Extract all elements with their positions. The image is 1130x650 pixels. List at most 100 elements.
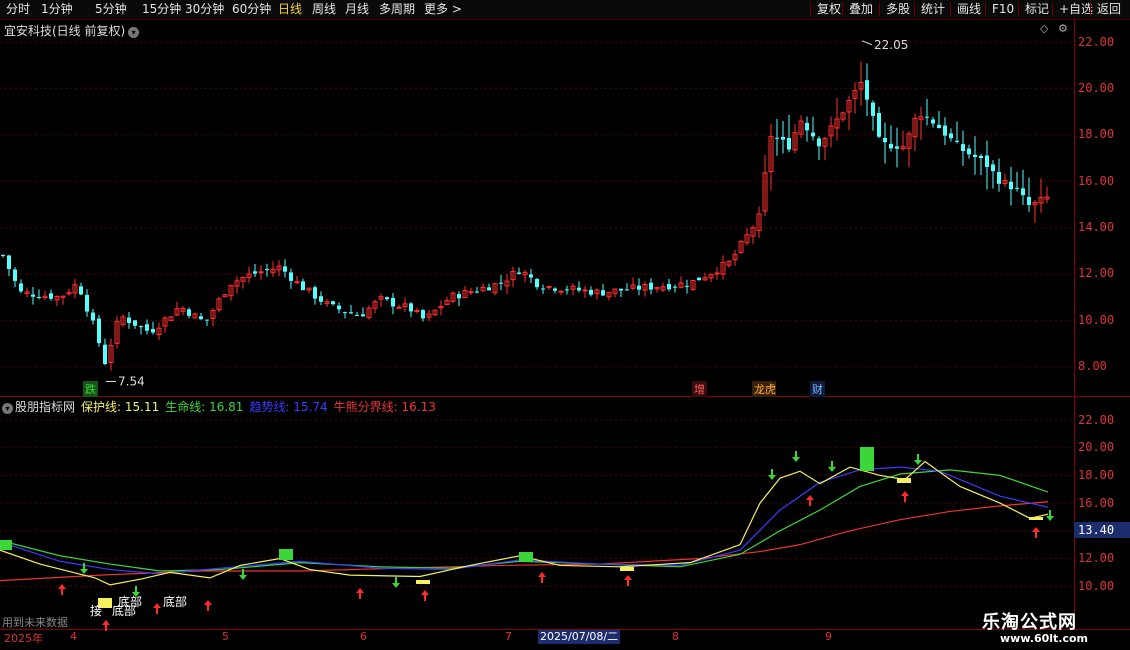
candle-body-down (409, 303, 413, 312)
candle-body-up (714, 272, 720, 275)
candle-body-down (97, 318, 101, 344)
candle-body-down (961, 144, 965, 152)
up-arrow-icon (356, 588, 364, 599)
candle-body-down (283, 266, 287, 272)
candle-body-down (151, 329, 155, 333)
up-arrow-icon (1032, 527, 1040, 538)
candle-body-down (301, 281, 305, 291)
candle-body-down (1, 255, 5, 257)
ind-tick: 10.00 (1078, 579, 1115, 593)
signal-box-yellow (416, 580, 430, 584)
candle-body-up (582, 289, 588, 292)
candle-body-down (391, 297, 395, 307)
candle-body-down (949, 133, 953, 139)
candle-body-down (385, 297, 389, 300)
date-tick: 5 (222, 630, 229, 643)
price-tick: 22.00 (1078, 35, 1115, 49)
candle-body-down (265, 268, 269, 270)
candle-body-down (625, 289, 629, 291)
date-tick: 9 (825, 630, 832, 643)
date-tick: 7 (505, 630, 512, 643)
candle-body-down (967, 148, 971, 155)
candle-body-down (79, 286, 83, 295)
candle-body-down (985, 155, 989, 167)
candle-body-down (565, 289, 569, 291)
collapse-circle-icon[interactable]: ▾ (2, 403, 13, 414)
candle-body-down (637, 285, 641, 290)
down-arrow-icon (828, 461, 836, 472)
price-tick: 14.00 (1078, 220, 1115, 234)
indicator-name: 股朋指标网 (15, 400, 76, 414)
date-tick: 2025年 (4, 632, 43, 645)
low-label: 7.54 (118, 374, 145, 388)
candle-body-down (349, 312, 353, 314)
candle-body-down (817, 138, 821, 147)
candle-body-down (589, 289, 593, 295)
signal-label: 底部 (118, 595, 143, 609)
price-tick: 16.00 (1078, 174, 1115, 188)
up-arrow-icon (421, 590, 429, 601)
candle-body-down (883, 138, 887, 143)
event-tag-dragon-tiger[interactable]: 龙虎榜 (752, 381, 776, 397)
signal-box-yellow (897, 478, 911, 483)
life-line-value: 生命线: 16.81 (165, 400, 244, 414)
high-label: 22.05 (874, 38, 908, 52)
price-tick: 10.00 (1078, 313, 1115, 327)
candle-body-down (673, 286, 677, 288)
up-arrow-icon (153, 603, 161, 614)
candle-body-up (468, 291, 474, 294)
event-tag-drop[interactable]: 跌 (83, 381, 98, 397)
date-tick: 8 (672, 630, 679, 643)
candle-body-down (973, 154, 977, 157)
signal-label: 接 (90, 604, 103, 618)
candle-body-down (421, 310, 425, 319)
candle-body-down (991, 164, 995, 172)
signal-box-yellow (620, 567, 634, 571)
kline-chart[interactable]: 22.05 7.54 (0, 0, 1130, 650)
signal-box-green (0, 540, 12, 550)
date-tick: 4 (70, 630, 77, 643)
signal-box-green (279, 549, 293, 560)
ind-tick: 12.00 (1078, 551, 1115, 565)
candle-body-down (187, 309, 191, 316)
bull-bear-line (0, 501, 1049, 582)
candle-body-up (546, 285, 552, 288)
candle-body-down (253, 271, 257, 274)
up-arrow-icon (806, 495, 814, 506)
candle-body-down (1027, 197, 1031, 205)
candle-body-down (319, 296, 323, 302)
candle-body-down (925, 116, 929, 118)
event-tag-increase[interactable]: 增 (692, 381, 707, 397)
candle-body-down (529, 274, 533, 278)
candle-body-down (553, 288, 557, 291)
candle-body-down (937, 124, 941, 129)
down-arrow-icon (1046, 510, 1054, 521)
candle-body-down (313, 287, 317, 299)
candle-body-down (49, 293, 53, 299)
candle-body-down (145, 324, 149, 331)
candle-body-down (475, 291, 479, 293)
candle-body-down (13, 269, 17, 281)
high-marker-line (861, 40, 873, 46)
candle-body-down (1015, 187, 1019, 189)
candle-body-down (31, 294, 35, 297)
candle-body-down (781, 136, 785, 140)
event-tag-finance[interactable]: 财 (810, 381, 825, 397)
candle-body-down (667, 283, 671, 290)
candle-body-down (775, 137, 779, 139)
candle-body-up (414, 309, 420, 312)
candle-body-down (979, 155, 983, 159)
up-arrow-icon (58, 584, 66, 595)
candle-body-down (7, 255, 11, 270)
up-arrow-icon (624, 575, 632, 586)
ind-tick: 18.00 (1078, 468, 1115, 482)
candle-body-down (931, 119, 935, 124)
candle-body-down (457, 294, 461, 299)
candle-body-down (601, 290, 605, 296)
future-data-note: 用到未来数据 (2, 616, 68, 629)
candle-body-up (258, 271, 264, 274)
candle-body-down (289, 272, 293, 281)
signal-label: 底部 (163, 595, 188, 609)
candle-body-down (331, 301, 335, 305)
up-arrow-icon (204, 600, 212, 611)
